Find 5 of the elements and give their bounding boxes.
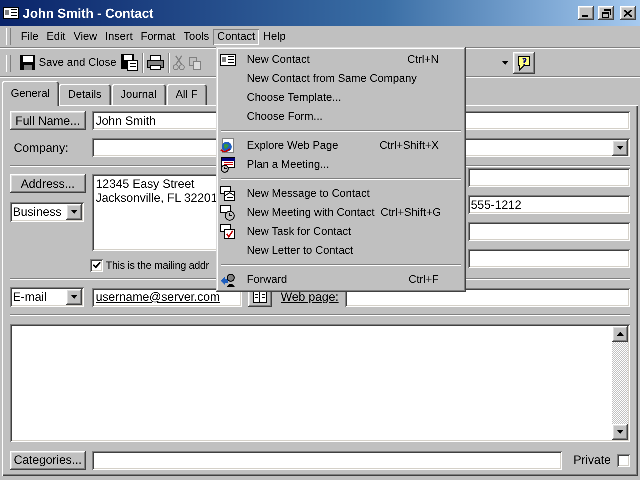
private-label: Private [574, 453, 611, 467]
mailing-address-label: This is the mailing addr [106, 260, 210, 272]
window-title: John Smith - Contact [23, 6, 155, 20]
company-label: Company: [13, 140, 70, 154]
web-page-label: Web page: [281, 290, 339, 304]
